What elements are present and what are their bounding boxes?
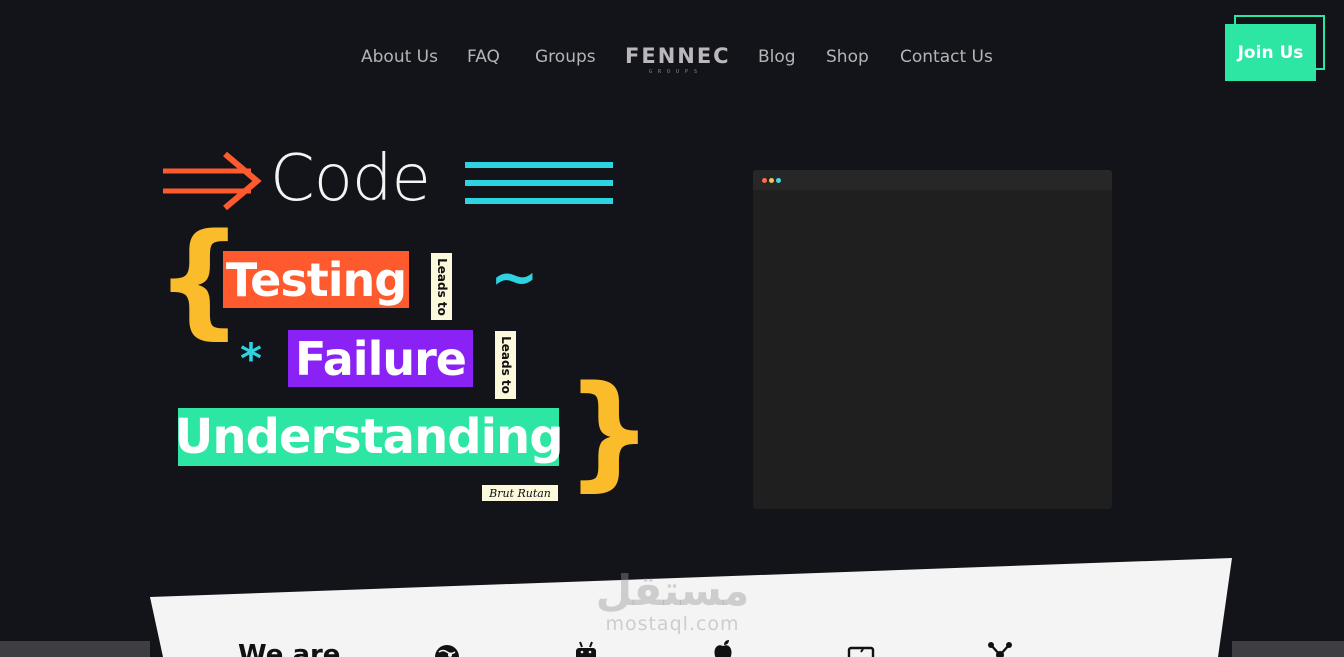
tilde-icon: ~: [490, 243, 539, 311]
logo-word: FENNEC: [625, 44, 731, 68]
code-heading: Code: [270, 142, 431, 216]
nav-about-us[interactable]: About Us: [361, 47, 438, 67]
monitor-icon: [847, 646, 875, 657]
apple-icon: [714, 640, 732, 657]
nav-groups[interactable]: Groups: [535, 47, 596, 67]
watermark-arabic: مستقل: [595, 566, 750, 615]
window-dot-red-icon: [762, 178, 767, 183]
android-icon: [576, 641, 596, 657]
window-title-bar: [753, 170, 1112, 190]
leads-to-text-1: Leads to: [434, 257, 449, 316]
window-dot-yellow-icon: [769, 178, 774, 183]
triple-line-icon: [465, 162, 613, 204]
close-brace-icon: }: [565, 360, 654, 504]
nav-blog[interactable]: Blog: [758, 47, 796, 67]
quote-author: Brut Rutan: [482, 485, 558, 501]
nav-shop[interactable]: Shop: [826, 47, 869, 67]
nav-contact-us[interactable]: Contact Us: [900, 47, 993, 67]
leads-to-label-2: Leads to: [495, 331, 516, 399]
understanding-tag: Understanding: [174, 408, 564, 466]
fennec-logo[interactable]: FENNEC GROUPS: [625, 43, 731, 79]
join-us-wrapper: Join Us: [1225, 15, 1325, 85]
watermark-latin: mostaql.com: [605, 613, 740, 635]
window-dot-cyan-icon: [776, 178, 781, 183]
leads-to-label-1: Leads to: [431, 253, 452, 320]
join-us-button[interactable]: Join Us: [1225, 24, 1316, 81]
top-navigation: About Us FAQ Groups FENNEC GROUPS Blog S…: [0, 0, 1344, 115]
logo-subtitle: GROUPS: [648, 69, 704, 75]
network-icon: [988, 642, 1012, 657]
globe-icon: [435, 645, 459, 657]
code-editor-window: [753, 170, 1112, 509]
testing-tag: Testing: [223, 251, 409, 308]
asterisk-icon: *: [240, 334, 262, 383]
double-arrow-icon: [163, 152, 262, 211]
we-are-heading: We are: [238, 640, 341, 657]
leads-to-text-2: Leads to: [498, 336, 513, 394]
mostaql-watermark: مستقل mostaql.com: [590, 566, 755, 635]
nav-faq[interactable]: FAQ: [467, 47, 500, 67]
failure-tag: Failure: [288, 330, 473, 387]
